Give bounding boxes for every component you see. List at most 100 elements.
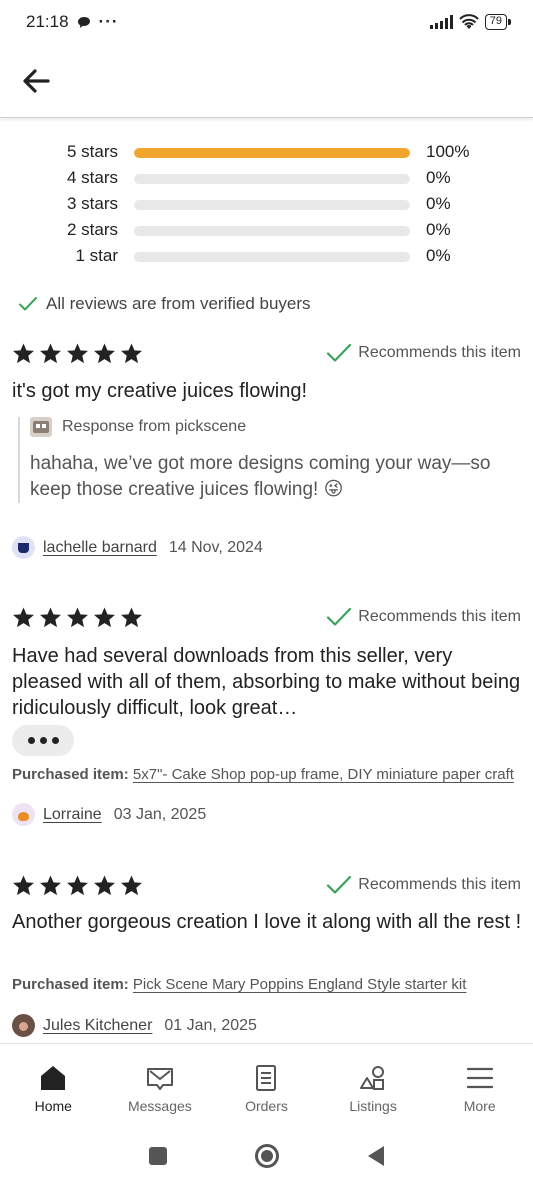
status-right: 79 bbox=[429, 14, 512, 30]
nav-label: Listings bbox=[349, 1098, 397, 1114]
nav-item-orders[interactable]: Orders bbox=[213, 1044, 320, 1127]
histogram-percent: 0% bbox=[426, 246, 451, 265]
status-left: 21:18 ··· bbox=[26, 12, 119, 32]
recommends-badge: Recommends this item bbox=[326, 342, 521, 364]
review-text: it's got my creative juices flowing! bbox=[12, 380, 308, 402]
listings-icon bbox=[360, 1066, 385, 1090]
star-icon bbox=[13, 343, 34, 364]
nav-item-messages[interactable]: Messages bbox=[107, 1044, 214, 1127]
avatar bbox=[12, 536, 35, 559]
star-icon bbox=[40, 343, 61, 364]
histogram-percent: 0% bbox=[426, 194, 451, 213]
home-system-button[interactable] bbox=[254, 1143, 279, 1168]
recommends-text: Recommends this item bbox=[358, 876, 521, 893]
purchased-label: Purchased item: bbox=[12, 766, 129, 783]
back-arrow-icon bbox=[23, 69, 50, 93]
histogram-row[interactable]: 1 star 0% bbox=[0, 244, 533, 268]
histogram-track bbox=[134, 148, 410, 158]
histogram-label: 3 stars bbox=[66, 194, 118, 213]
checkmark-icon bbox=[327, 607, 352, 626]
author-name-link[interactable]: lachelle barnard bbox=[43, 539, 157, 557]
nav-label: More bbox=[463, 1098, 496, 1114]
histogram-row[interactable]: 2 stars 0% bbox=[0, 218, 533, 242]
histogram-row[interactable]: 5 stars 100% bbox=[0, 140, 533, 164]
star-rating bbox=[12, 342, 143, 365]
purchased-label: Purchased item: bbox=[12, 976, 129, 993]
histogram-track bbox=[134, 174, 410, 184]
status-bar: 21:18 ··· 79 bbox=[0, 0, 533, 44]
review-date: 01 Jan, 2025 bbox=[164, 1016, 257, 1034]
star-icon bbox=[121, 875, 142, 896]
review-card: Recommends this item Have had several do… bbox=[0, 606, 533, 836]
star-icon bbox=[67, 875, 88, 896]
star-icon bbox=[121, 343, 142, 364]
app-header bbox=[0, 44, 533, 118]
verified-note: All reviews are from verified buyers bbox=[18, 294, 311, 314]
star-rating bbox=[12, 874, 143, 897]
back-button[interactable] bbox=[20, 66, 52, 96]
histogram-label: 2 stars bbox=[66, 220, 118, 239]
histogram-percent: 0% bbox=[426, 168, 451, 187]
orders-icon bbox=[256, 1065, 277, 1091]
wifi-icon bbox=[459, 14, 479, 29]
review-text: Another gorgeous creation I love it alon… bbox=[12, 911, 522, 933]
star-icon bbox=[40, 607, 61, 628]
star-icon bbox=[94, 875, 115, 896]
nav-item-more[interactable]: More bbox=[426, 1044, 533, 1127]
star-icon bbox=[94, 343, 115, 364]
review-author: lachelle barnard 14 Nov, 2024 bbox=[12, 536, 263, 559]
avatar bbox=[12, 1014, 35, 1037]
review-author: Lorraine 03 Jan, 2025 bbox=[12, 803, 206, 826]
histogram-label: 1 star bbox=[75, 246, 118, 265]
battery-icon: 79 bbox=[484, 14, 512, 30]
seller-response: Response from pickscene hahaha, we’ve go… bbox=[18, 417, 518, 503]
recommends-text: Recommends this item bbox=[358, 344, 521, 361]
verified-text: All reviews are from verified buyers bbox=[46, 294, 311, 313]
recommends-text: Recommends this item bbox=[358, 608, 521, 625]
bottom-navigation: Home Messages Orders Listings More bbox=[0, 1043, 533, 1127]
system-navigation bbox=[0, 1127, 533, 1184]
recent-apps-button[interactable] bbox=[148, 1146, 167, 1165]
messages-icon bbox=[146, 1068, 173, 1090]
menu-icon bbox=[466, 1067, 493, 1089]
shop-avatar bbox=[30, 417, 52, 437]
recommends-badge: Recommends this item bbox=[326, 874, 521, 896]
purchased-item: Purchased item: Pick Scene Mary Poppins … bbox=[12, 976, 522, 993]
histogram-label: 5 stars bbox=[66, 142, 118, 161]
nav-label: Messages bbox=[127, 1098, 192, 1114]
author-name-link[interactable]: Jules Kitchener bbox=[43, 1017, 152, 1035]
histogram-label: 4 stars bbox=[66, 168, 118, 187]
purchased-item: Purchased item: 5x7"- Cake Shop pop-up f… bbox=[12, 766, 522, 783]
purchased-item-link[interactable]: 5x7"- Cake Shop pop-up frame, DIY miniat… bbox=[133, 766, 514, 783]
back-system-icon[interactable] bbox=[367, 1145, 385, 1167]
histogram-row[interactable]: 4 stars 0% bbox=[0, 166, 533, 190]
response-header: Response from pickscene bbox=[30, 417, 518, 437]
expand-review-button[interactable] bbox=[12, 725, 74, 756]
star-icon bbox=[13, 607, 34, 628]
checkmark-icon bbox=[19, 297, 37, 311]
star-rating bbox=[12, 606, 143, 629]
response-text: hahaha, we’ve got more designs coming yo… bbox=[30, 453, 491, 500]
review-card: Recommends this item Another gorgeous cr… bbox=[0, 874, 533, 1039]
nav-item-listings[interactable]: Listings bbox=[320, 1044, 427, 1127]
star-icon bbox=[40, 875, 61, 896]
star-icon bbox=[121, 607, 142, 628]
status-more-dots: ··· bbox=[98, 12, 119, 31]
nav-item-home[interactable]: Home bbox=[0, 1044, 107, 1127]
star-icon bbox=[13, 875, 34, 896]
histogram-fill bbox=[134, 148, 410, 158]
histogram-track bbox=[134, 252, 410, 262]
histogram-percent: 100% bbox=[426, 142, 470, 161]
chat-bubble-icon bbox=[77, 16, 90, 28]
recommends-badge: Recommends this item bbox=[326, 606, 521, 628]
author-name-link[interactable]: Lorraine bbox=[43, 806, 102, 824]
checkmark-icon bbox=[327, 875, 352, 894]
histogram-percent: 0% bbox=[426, 220, 451, 239]
signal-icon bbox=[429, 15, 453, 29]
purchased-item-link[interactable]: Pick Scene Mary Poppins England Style st… bbox=[133, 976, 467, 993]
review-author: Jules Kitchener 01 Jan, 2025 bbox=[12, 1014, 257, 1037]
nav-label: Home bbox=[34, 1098, 72, 1114]
histogram-row[interactable]: 3 stars 0% bbox=[0, 192, 533, 216]
response-from: Response from pickscene bbox=[62, 418, 247, 435]
histogram-track bbox=[134, 226, 410, 236]
